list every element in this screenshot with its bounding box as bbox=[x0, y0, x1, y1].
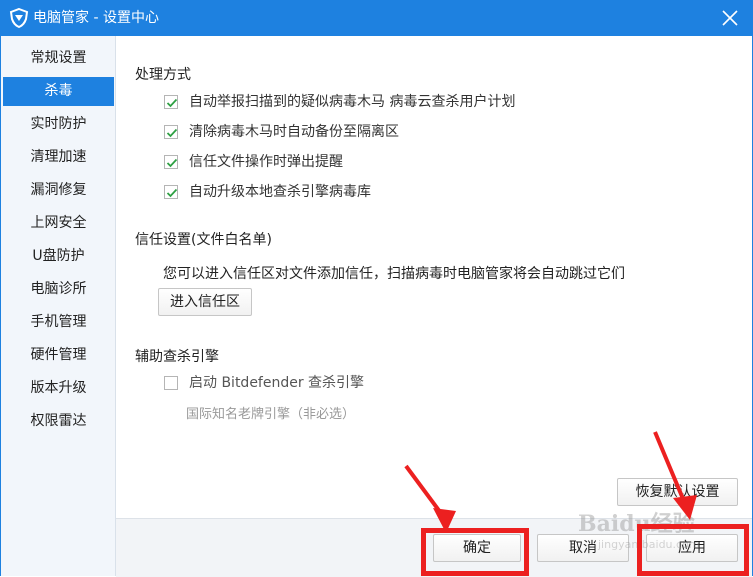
annotation-arrows bbox=[404, 431, 697, 533]
arrow-icon bbox=[404, 464, 456, 533]
arrow-icon bbox=[653, 431, 697, 520]
